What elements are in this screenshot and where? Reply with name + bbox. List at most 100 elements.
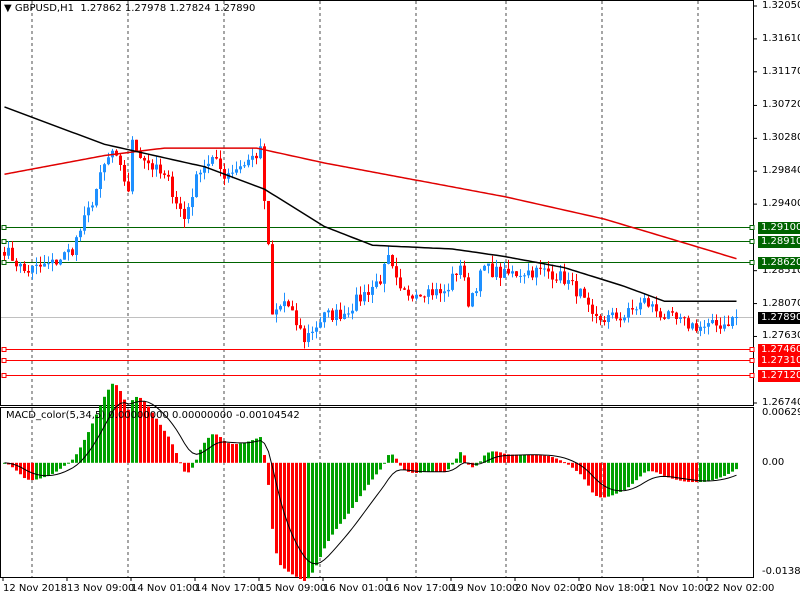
price-tick-label: 1.29400 [762, 198, 800, 210]
macd-histogram-bar [563, 462, 566, 464]
candle-body [675, 312, 678, 319]
macd-histogram-bar [323, 462, 326, 549]
macd-histogram-bar [327, 462, 330, 542]
macd-histogram-bar [215, 434, 218, 463]
candle-body [211, 157, 214, 164]
macd-histogram-bar [715, 462, 718, 479]
macd-histogram-bar [355, 462, 358, 503]
candle-body [319, 322, 322, 328]
level-handle[interactable] [749, 347, 755, 352]
macd-histogram-bar [543, 455, 546, 463]
macd-histogram-bar [311, 462, 314, 573]
level-handle[interactable] [749, 225, 755, 230]
time-label: 14 Nov 17:00 [195, 583, 263, 594]
candle-body [275, 309, 278, 315]
level-price-label: 1.28620 [758, 256, 800, 269]
macd-histogram-bar [615, 462, 618, 494]
candle-body [555, 279, 558, 281]
dropdown-triangle-icon[interactable]: ▼ [4, 3, 12, 14]
current-price-label: 1.27890 [758, 311, 800, 324]
candle-body [231, 172, 234, 174]
macd-histogram-bar [199, 449, 202, 463]
candle-body [423, 296, 426, 298]
level-handle[interactable] [1, 347, 7, 352]
candle-body [399, 277, 402, 289]
macd-histogram-bar [379, 462, 382, 470]
time-label: 15 Nov 09:00 [259, 583, 327, 594]
candle-body [27, 270, 30, 273]
level-handle[interactable] [749, 373, 755, 378]
macd-tick-label: -0.013806 [762, 566, 800, 577]
level-handle[interactable] [749, 239, 755, 244]
macd-histogram-bar [183, 462, 186, 472]
candle-body [439, 289, 442, 294]
candle-body [207, 163, 210, 167]
macd-histogram-bar [627, 462, 630, 488]
macd-histogram-bar [303, 462, 306, 581]
candle-body [663, 317, 666, 319]
candle-body [575, 281, 578, 297]
candle-body [187, 207, 190, 219]
macd-histogram-bar [175, 453, 178, 463]
candle-body [263, 146, 266, 201]
macd-histogram-bar [83, 439, 86, 463]
macd-histogram-bar [655, 462, 658, 473]
level-handle[interactable] [1, 373, 7, 378]
candle-body [339, 309, 342, 319]
candle-body [715, 319, 718, 326]
candle-body [723, 324, 726, 329]
macd-histogram-bar [295, 462, 298, 577]
macd-histogram-bar [623, 462, 626, 491]
chart-canvas[interactable] [0, 0, 800, 600]
candle-body [279, 306, 282, 310]
macd-histogram-bar [363, 462, 366, 491]
candle-body [103, 164, 106, 173]
macd-histogram-bar [243, 442, 246, 463]
macd-histogram-bar [39, 462, 42, 479]
candle-body [131, 139, 134, 192]
macd-histogram-bar [331, 462, 334, 535]
macd-histogram-bar [435, 462, 438, 472]
candle-body [719, 325, 722, 329]
macd-histogram-bar [423, 462, 426, 473]
level-handle[interactable] [1, 239, 7, 244]
macd-histogram-bar [539, 455, 542, 463]
macd-histogram-bar [387, 455, 390, 463]
chart-header: ▼ GBPUSD,H1 1.27862 1.27978 1.27824 1.27… [4, 3, 255, 14]
macd-histogram-bar [695, 462, 698, 483]
level-handle[interactable] [1, 225, 7, 230]
candle-body [95, 188, 98, 206]
candle-body [491, 263, 494, 278]
level-handle[interactable] [749, 358, 755, 363]
price-tick-label: 1.32050 [762, 0, 800, 11]
candle-body [519, 275, 522, 277]
level-handle[interactable] [1, 358, 7, 363]
candle-body [375, 281, 378, 287]
candle-body [651, 304, 654, 307]
macd-histogram-bar [319, 462, 322, 558]
macd-histogram-bar [571, 462, 574, 468]
candle-body [331, 310, 334, 321]
macd-histogram-bar [567, 462, 570, 465]
macd-histogram-bar [219, 437, 222, 463]
macd-histogram-bar [711, 462, 714, 481]
candle-body [699, 326, 702, 331]
level-handle[interactable] [749, 260, 755, 265]
candle-body [535, 267, 538, 278]
candle-body [615, 312, 618, 319]
candle-body [335, 309, 338, 321]
candle-body [171, 176, 174, 197]
candle-body [475, 291, 478, 294]
candle-body [527, 270, 530, 276]
macd-histogram-bar [691, 462, 694, 483]
level-handle[interactable] [1, 260, 7, 265]
candle-body [123, 164, 126, 182]
candle-body [243, 165, 246, 167]
candle-body [551, 271, 554, 280]
price-tick-label: 1.31170 [762, 65, 800, 77]
candle-body [571, 280, 574, 282]
macd-histogram-bar [599, 462, 602, 498]
macd-histogram-bar [531, 454, 534, 463]
candle-body [291, 306, 294, 311]
macd-histogram-bar [643, 462, 646, 473]
